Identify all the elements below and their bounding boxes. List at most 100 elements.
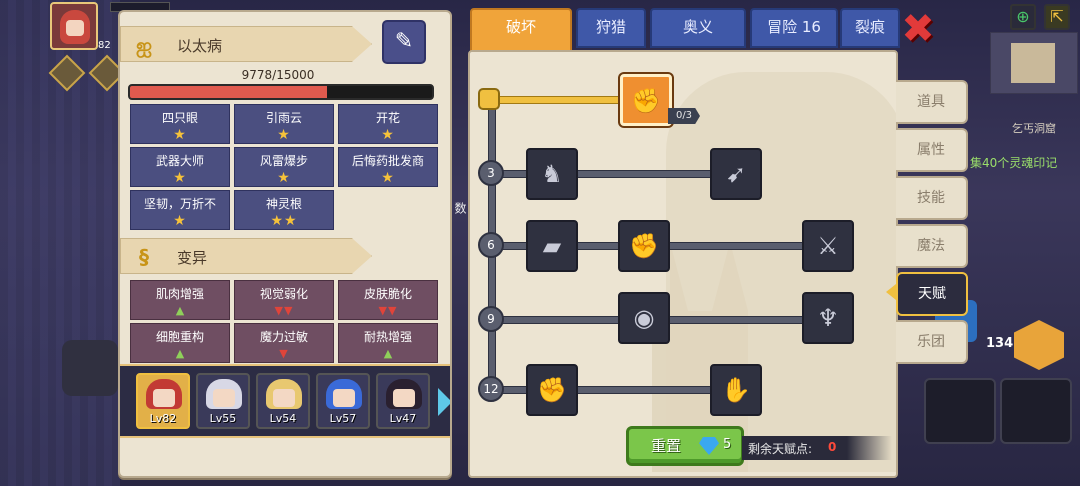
sword-skill-icon[interactable] [924,378,996,444]
side-menu-item[interactable]: 乐团 [896,320,968,364]
hero-level: Lv57 [329,412,357,425]
trait-name: 神灵根 [265,197,302,211]
talent-tree-panel: 3 6 9 12 ✊ 0/3 ♞ ➹ ▰ ✊ ⚔ ◉ ♆ ✊ ✋ 重置 5 剩余… [468,50,898,478]
star-rating-icon: ★ [173,213,187,229]
mutation-trait-cell[interactable]: 皮肤脆化 ▼▼ [338,280,438,320]
disease-trait-cell[interactable]: 后悔药批发商 ★ [338,147,438,187]
trait-name: 魔力过敏 [259,330,308,344]
hero-face [213,389,235,407]
hero-portrait[interactable]: Lv82 [136,373,190,429]
disease-trait-cell[interactable]: 引雨云 ★ [234,104,334,144]
star-rating-icon: ★ [173,170,187,186]
minimap[interactable] [990,32,1078,94]
side-menu-item[interactable]: 技能 [896,176,968,220]
hero-level: Lv55 [209,412,237,425]
syringe-icon[interactable]: ✎ [382,20,426,64]
minimap-location-label: 乞丐洞窟 [1012,122,1056,135]
tab-5[interactable]: 裂痕 [840,8,900,48]
tab-4[interactable]: 冒险 16 [750,8,838,48]
mutation-trait-cell[interactable]: 视觉弱化 ▼▼ [234,280,334,320]
muscle-body-icon[interactable]: ♞ [526,148,578,200]
bat-wings-icon[interactable]: ♆ [802,292,854,344]
hero-portrait[interactable]: Lv55 [196,373,250,429]
trait-name: 风雷爆步 [259,154,308,168]
hidden-side-text: 数 [453,202,467,214]
left-move-button[interactable] [62,340,118,396]
mutation-trait-cell[interactable]: 耐热增强 ▲ [338,323,438,363]
disease-trait-cell[interactable]: 四只眼 ★ [130,104,230,144]
buff-arrow-up-icon: ▲ [383,347,393,360]
disease-trait-cell[interactable]: 武器大师 ★ [130,147,230,187]
disease-trait-cell[interactable]: 神灵根 ★★ [234,190,334,230]
disease-title: 以太病 [177,37,223,55]
disease-banner: ஐ 以太病 [120,26,372,62]
reset-talents-button[interactable]: 重置 5 [626,426,744,466]
exit-icon[interactable]: ⇱ [1044,4,1070,30]
mutation-trait-cell[interactable]: 细胞重构 ▲ [130,323,230,363]
mutation-banner: § 变异 [120,238,372,274]
trait-name: 坚韧，万折不 [143,197,216,211]
disease-trait-cell[interactable]: 开花 ★ [338,104,438,144]
arm-wrestle-icon[interactable]: ✊ [620,74,672,126]
player-avatar[interactable] [50,2,98,50]
diamond-icon [699,437,719,455]
trait-name: 视觉弱化 [259,287,308,301]
mutation-trait-cell[interactable]: 魔力过敏 ▼ [234,323,334,363]
level-marker-6: 6 [478,232,504,258]
mutation-trait-cell[interactable]: 肌肉增强 ▲ [130,280,230,320]
trait-name: 皮肤脆化 [363,287,412,301]
tab-2[interactable]: 狩猎 [576,8,646,48]
trait-name: 细胞重构 [155,330,204,344]
item-count: 134 [986,336,1014,351]
remaining-points: 剩余天赋点: 0 [742,436,892,460]
next-hero-arrow-icon[interactable] [438,388,450,416]
star-rating-icon: ★ [381,127,395,143]
side-menu-item[interactable]: 魔法 [896,224,968,268]
star-rating-icon: ★ [381,170,395,186]
disease-trait-grid: 四只眼 ★ 引雨云 ★ 开花 ★ 武器大师 ★ 风雷爆步 ★ 后悔药批发商 ★ 坚韧，万折不 ★ 神灵根 ★★ [130,104,438,230]
level-marker-3: 3 [478,160,504,186]
sword-slash-icon[interactable]: ⚔ [802,220,854,272]
disease-progress-text: 9778/15000 [241,68,315,82]
avatar-face [66,20,84,36]
hero-level: Lv82 [149,412,177,425]
hero-selector: Lv47 Lv57 Lv54 Lv55 Lv82 [120,364,450,438]
star-rating-icon: ★ [277,127,291,143]
star-rating-icon: ★ [277,170,291,186]
dna-icon: § [139,245,149,269]
disease-trait-cell[interactable]: 风雷爆步 ★ [234,147,334,187]
bow-skill-icon[interactable] [1000,378,1072,444]
side-menu-item[interactable]: 属性 [896,128,968,172]
close-icon[interactable]: ✖ [900,9,936,50]
active-menu-pointer-icon [886,284,896,300]
mutation-title: 变异 [177,249,208,267]
side-menu-item[interactable]: 天赋 [896,272,968,316]
talent-root-node [478,88,500,110]
side-menu-item[interactable]: 道具 [896,80,968,124]
tab-1[interactable]: 破坏 [470,8,572,52]
disease-trait-cell[interactable]: 坚韧，万折不 ★ [130,190,230,230]
open-hand-icon[interactable]: ✋ [710,364,762,416]
remaining-points-label: 剩余天赋点: [748,442,813,456]
arrow-strike-icon[interactable]: ➹ [710,148,762,200]
tab-3[interactable]: 奥义 [650,8,746,48]
hero-portrait[interactable]: Lv47 [376,373,430,429]
hero-portrait[interactable]: Lv54 [256,373,310,429]
globe-icon[interactable]: ⊕ [1010,4,1036,30]
debuff-arrow-down-icon: ▼▼ [378,304,398,317]
quest-tracker-text[interactable]: 集40个灵魂印记 [970,154,1057,171]
shockwave-icon[interactable]: ◉ [618,292,670,344]
hero-portrait[interactable]: Lv57 [316,373,370,429]
hero-face [153,389,175,407]
raised-fist-icon[interactable]: ✊ [526,364,578,416]
star-rating-icon: ★ [173,127,187,143]
buff-arrow-up-icon: ▲ [175,304,185,317]
hero-face [393,389,415,407]
fist-punch-icon[interactable]: ✊ [618,220,670,272]
mutation-trait-grid: 肌肉增强 ▲ 视觉弱化 ▼▼ 皮肤脆化 ▼▼ 细胞重构 ▲ 魔力过敏 ▼ 耐热增强 ▲ [130,280,438,363]
reset-label: 重置 [651,437,682,455]
card-swipe-icon[interactable]: ▰ [526,220,578,272]
trait-name: 引雨云 [265,111,302,125]
disease-progress-bar [128,84,434,100]
status-panel: ஐ 以太病 ✎ 9778/15000 四只眼 ★ 引雨云 ★ 开花 ★ 武器大师 ★ 风雷爆步 ★… [118,10,452,478]
